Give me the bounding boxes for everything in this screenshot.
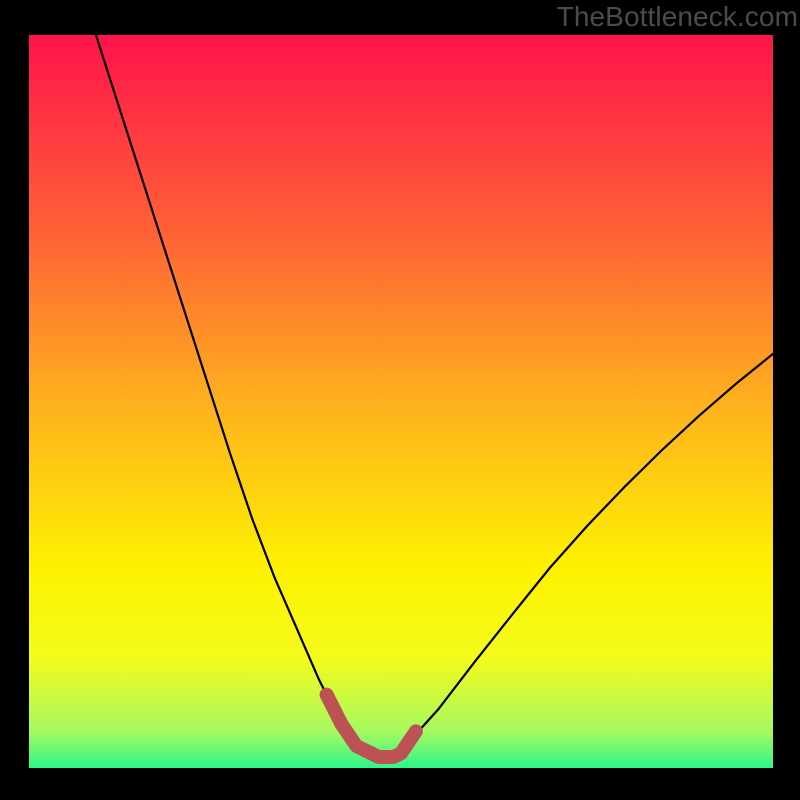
bottleneck-chart bbox=[29, 35, 773, 768]
watermark-text: TheBottleneck.com bbox=[557, 0, 800, 34]
gradient-background bbox=[29, 35, 773, 768]
chart-container: TheBottleneck.com bbox=[0, 0, 800, 800]
